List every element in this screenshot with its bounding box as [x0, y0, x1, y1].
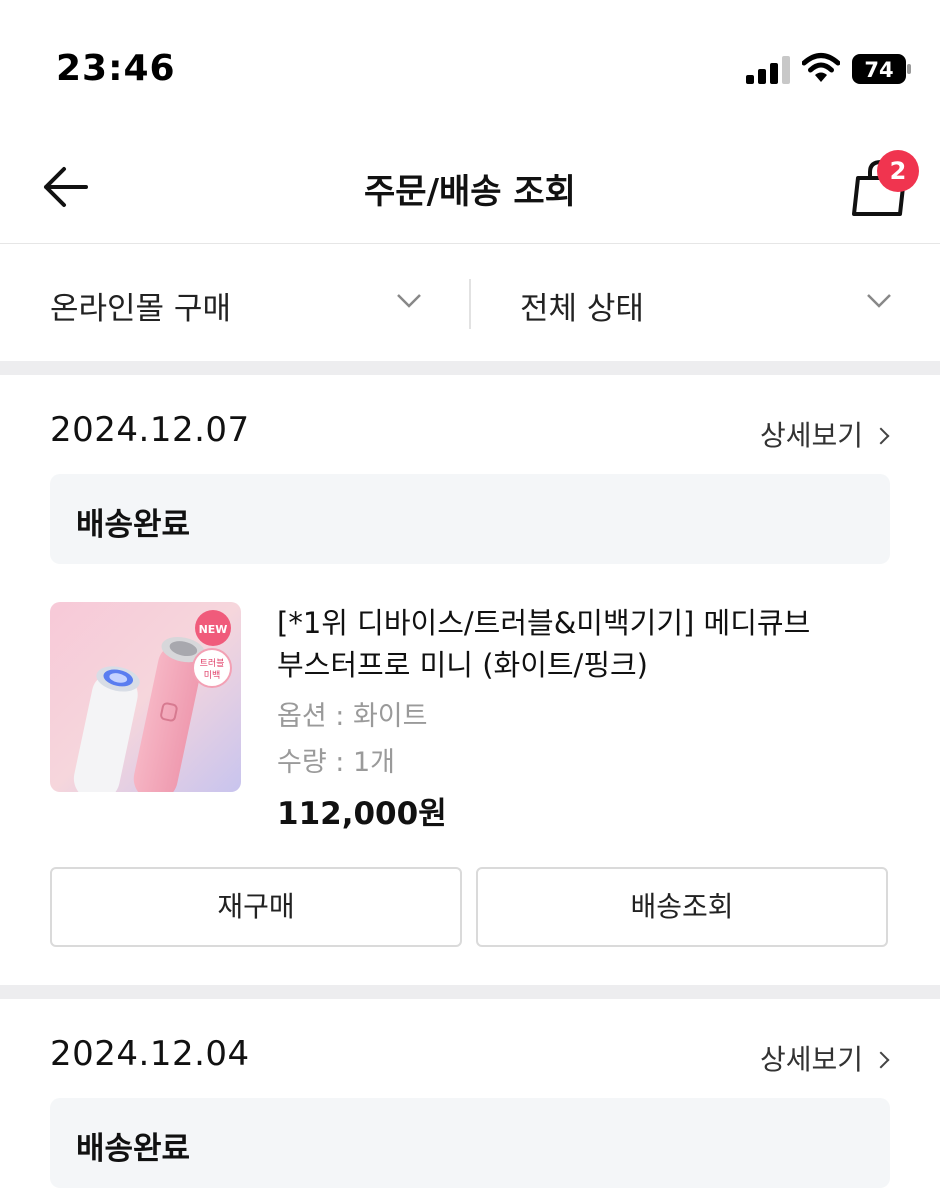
channel-filter-dropdown[interactable]: 온라인몰 구매 [0, 245, 470, 361]
delivery-status: 배송완료 [76, 1131, 191, 1167]
section-divider [0, 985, 940, 999]
product-quantity: 수량 : 1개 [277, 747, 395, 778]
chevron-down-icon [867, 294, 891, 308]
order-date: 2024.12.07 [50, 410, 250, 450]
battery-level: 74 [864, 58, 893, 82]
order-detail-label: 상세보기 [760, 419, 864, 452]
product-thumbnail[interactable]: NEW 트러블 미백 [50, 602, 241, 792]
delivery-status-box: 배송완료 [50, 474, 890, 564]
product-option: 옵션 : 화이트 [277, 701, 428, 732]
battery-icon: 74 [852, 54, 911, 84]
delivery-status: 배송완료 [76, 507, 191, 543]
order-detail-label: 상세보기 [760, 1043, 864, 1076]
order-date: 2024.12.04 [50, 1034, 250, 1074]
track-delivery-button[interactable]: 배송조회 [476, 867, 888, 947]
cart-count-badge: 2 [877, 150, 919, 192]
chevron-right-icon [872, 427, 890, 445]
chevron-right-icon [872, 1051, 890, 1069]
rebuy-button[interactable]: 재구매 [50, 867, 462, 947]
chevron-down-icon [397, 294, 421, 308]
status-bar: 23:46 74 [0, 0, 940, 130]
status-filter-label: 전체 상태 [520, 291, 644, 327]
page-title: 주문/배송 조회 [364, 172, 576, 212]
section-divider [0, 361, 940, 375]
status-filter-dropdown[interactable]: 전체 상태 [472, 245, 940, 361]
filter-bar: 온라인몰 구매 전체 상태 [0, 245, 940, 361]
page-header: 주문/배송 조회 [0, 130, 940, 244]
cellular-signal-icon [746, 56, 790, 84]
whitening-badge-text: 미백 [204, 670, 221, 681]
wifi-icon [802, 53, 840, 82]
product-name[interactable]: [*1위 디바이스/트러블&미백기기] 메디큐브 부스터프로 미니 (화이트/핑… [277, 602, 837, 686]
product-price: 112,000원 [277, 796, 447, 832]
new-badge-text: NEW [199, 623, 228, 636]
channel-filter-label: 온라인몰 구매 [50, 291, 231, 327]
trouble-badge-text: 트러블 [200, 658, 225, 669]
order-detail-link[interactable]: 상세보기 [760, 414, 890, 454]
delivery-status-box: 배송완료 [50, 1098, 890, 1188]
order-detail-link[interactable]: 상세보기 [760, 1038, 890, 1078]
filter-divider [469, 279, 471, 329]
status-time: 23:46 [56, 48, 176, 89]
